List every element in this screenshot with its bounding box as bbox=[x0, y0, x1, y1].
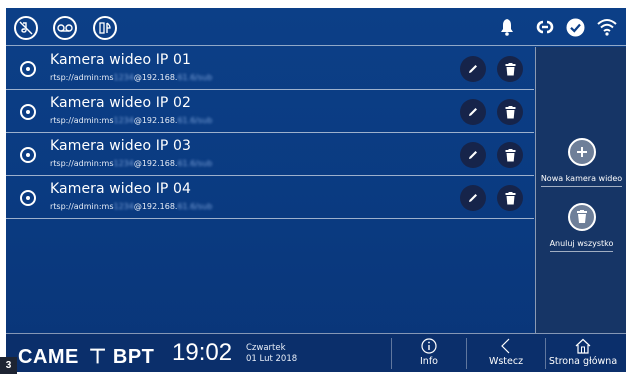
mute-ring-icon[interactable] bbox=[14, 16, 38, 40]
url-host: @192.168. bbox=[133, 116, 178, 125]
clock-date: Czwartek 01 Lut 2018 bbox=[246, 343, 297, 365]
restaurant-icon[interactable] bbox=[93, 16, 117, 40]
camera-name: Kamera wideo IP 04 bbox=[50, 181, 192, 197]
delete-all-button[interactable]: Anuluj wszystko bbox=[536, 203, 626, 252]
edit-camera-button[interactable] bbox=[460, 99, 486, 125]
delete-camera-button[interactable] bbox=[497, 185, 523, 211]
info-button[interactable]: Info bbox=[392, 334, 466, 372]
trash-icon bbox=[505, 105, 515, 118]
status-bar bbox=[6, 8, 626, 46]
back-label: Wstecz bbox=[488, 356, 524, 367]
brand-logo: CAME ⊤ BPT bbox=[18, 344, 154, 369]
url-prefix: rtsp://admin:ms bbox=[50, 159, 114, 168]
delete-camera-button[interactable] bbox=[497, 56, 523, 82]
chevron-left-icon bbox=[501, 338, 510, 354]
info-icon bbox=[421, 338, 437, 354]
url-hidden: 61.6/sub bbox=[177, 116, 213, 125]
edit-camera-button[interactable] bbox=[460, 142, 486, 168]
url-prefix: rtsp://admin:ms bbox=[50, 73, 114, 82]
bottom-bar: CAME ⊤ BPT 19:02 Czwartek 01 Lut 2018 Inf… bbox=[6, 333, 626, 372]
link-icon[interactable] bbox=[534, 19, 556, 39]
pencil-icon bbox=[469, 108, 477, 116]
side-panel: Nowa kamera wideo Anuluj wszystko bbox=[535, 47, 626, 333]
url-host: @192.168. bbox=[133, 202, 178, 211]
delete-camera-button[interactable] bbox=[497, 142, 523, 168]
home-label: Strona główna bbox=[548, 356, 618, 367]
url-host: @192.168. bbox=[133, 73, 178, 82]
voicemail-icon[interactable] bbox=[53, 16, 77, 40]
url-host: @192.168. bbox=[133, 159, 178, 168]
camera-select-radio[interactable] bbox=[20, 61, 36, 77]
clock-time: 19:02 bbox=[172, 339, 233, 366]
trash-icon bbox=[505, 148, 515, 161]
camera-select-radio[interactable] bbox=[20, 190, 36, 206]
edit-camera-button[interactable] bbox=[460, 56, 486, 82]
camera-row[interactable]: Kamera wideo IP 03 rtsp://admin:ms1234@1… bbox=[6, 133, 534, 176]
camera-list: Kamera wideo IP 01 rtsp://admin:ms1234@1… bbox=[6, 47, 534, 219]
new-camera-label: Nowa kamera wideo bbox=[540, 174, 623, 187]
url-prefix: rtsp://admin:ms bbox=[50, 116, 114, 125]
brand-came: CAME bbox=[18, 346, 79, 368]
delete-all-label: Anuluj wszystko bbox=[549, 239, 614, 252]
camera-name: Kamera wideo IP 03 bbox=[50, 138, 192, 154]
screen: Kamera wideo IP 01 rtsp://admin:ms1234@1… bbox=[6, 8, 626, 372]
camera-row[interactable]: Kamera wideo IP 02 rtsp://admin:ms1234@1… bbox=[6, 90, 534, 133]
url-hidden: 1234 bbox=[113, 202, 134, 211]
bpt-icon: ⊤ bbox=[88, 346, 107, 368]
camera-row[interactable]: Kamera wideo IP 01 rtsp://admin:ms1234@1… bbox=[6, 47, 534, 90]
url-hidden: 1234 bbox=[113, 159, 134, 168]
delete-camera-button[interactable] bbox=[497, 99, 523, 125]
new-camera-button[interactable]: Nowa kamera wideo bbox=[536, 138, 626, 187]
trash-icon[interactable] bbox=[567, 203, 596, 231]
pencil-icon bbox=[469, 194, 477, 202]
pencil-icon bbox=[469, 151, 477, 159]
camera-url: rtsp://admin:ms1234@192.168.61.6/sub bbox=[50, 116, 212, 125]
camera-name: Kamera wideo IP 02 bbox=[50, 95, 192, 111]
wifi-icon[interactable] bbox=[597, 18, 617, 40]
camera-name: Kamera wideo IP 01 bbox=[50, 52, 192, 68]
camera-url: rtsp://admin:ms1234@192.168.61.6/sub bbox=[50, 73, 212, 82]
home-icon bbox=[575, 338, 591, 354]
bell-icon[interactable] bbox=[500, 18, 514, 40]
url-hidden: 61.6/sub bbox=[177, 159, 213, 168]
camera-url: rtsp://admin:ms1234@192.168.61.6/sub bbox=[50, 202, 212, 211]
url-hidden: 61.6/sub bbox=[177, 73, 213, 82]
date-value: 01 Lut 2018 bbox=[246, 354, 298, 364]
camera-select-radio[interactable] bbox=[20, 147, 36, 163]
brand-bpt: BPT bbox=[112, 346, 155, 368]
pencil-icon bbox=[469, 65, 477, 73]
url-hidden: 1234 bbox=[113, 73, 134, 82]
day-name: Czwartek bbox=[246, 343, 286, 353]
trash-icon bbox=[505, 191, 515, 204]
edit-camera-button[interactable] bbox=[460, 185, 486, 211]
check-icon[interactable] bbox=[566, 18, 585, 41]
camera-select-radio[interactable] bbox=[20, 104, 36, 120]
url-hidden: 61.6/sub bbox=[177, 202, 213, 211]
url-hidden: 1234 bbox=[113, 116, 134, 125]
back-button[interactable]: Wstecz bbox=[467, 334, 545, 372]
info-label: Info bbox=[420, 356, 438, 367]
corner-tag: 3 bbox=[0, 357, 17, 374]
trash-icon bbox=[505, 62, 515, 75]
camera-row[interactable]: Kamera wideo IP 04 rtsp://admin:ms1234@1… bbox=[6, 176, 534, 219]
camera-url: rtsp://admin:ms1234@192.168.61.6/sub bbox=[50, 159, 212, 168]
home-button[interactable]: Strona główna bbox=[540, 334, 626, 372]
plus-icon[interactable] bbox=[567, 138, 596, 166]
url-prefix: rtsp://admin:ms bbox=[50, 202, 114, 211]
